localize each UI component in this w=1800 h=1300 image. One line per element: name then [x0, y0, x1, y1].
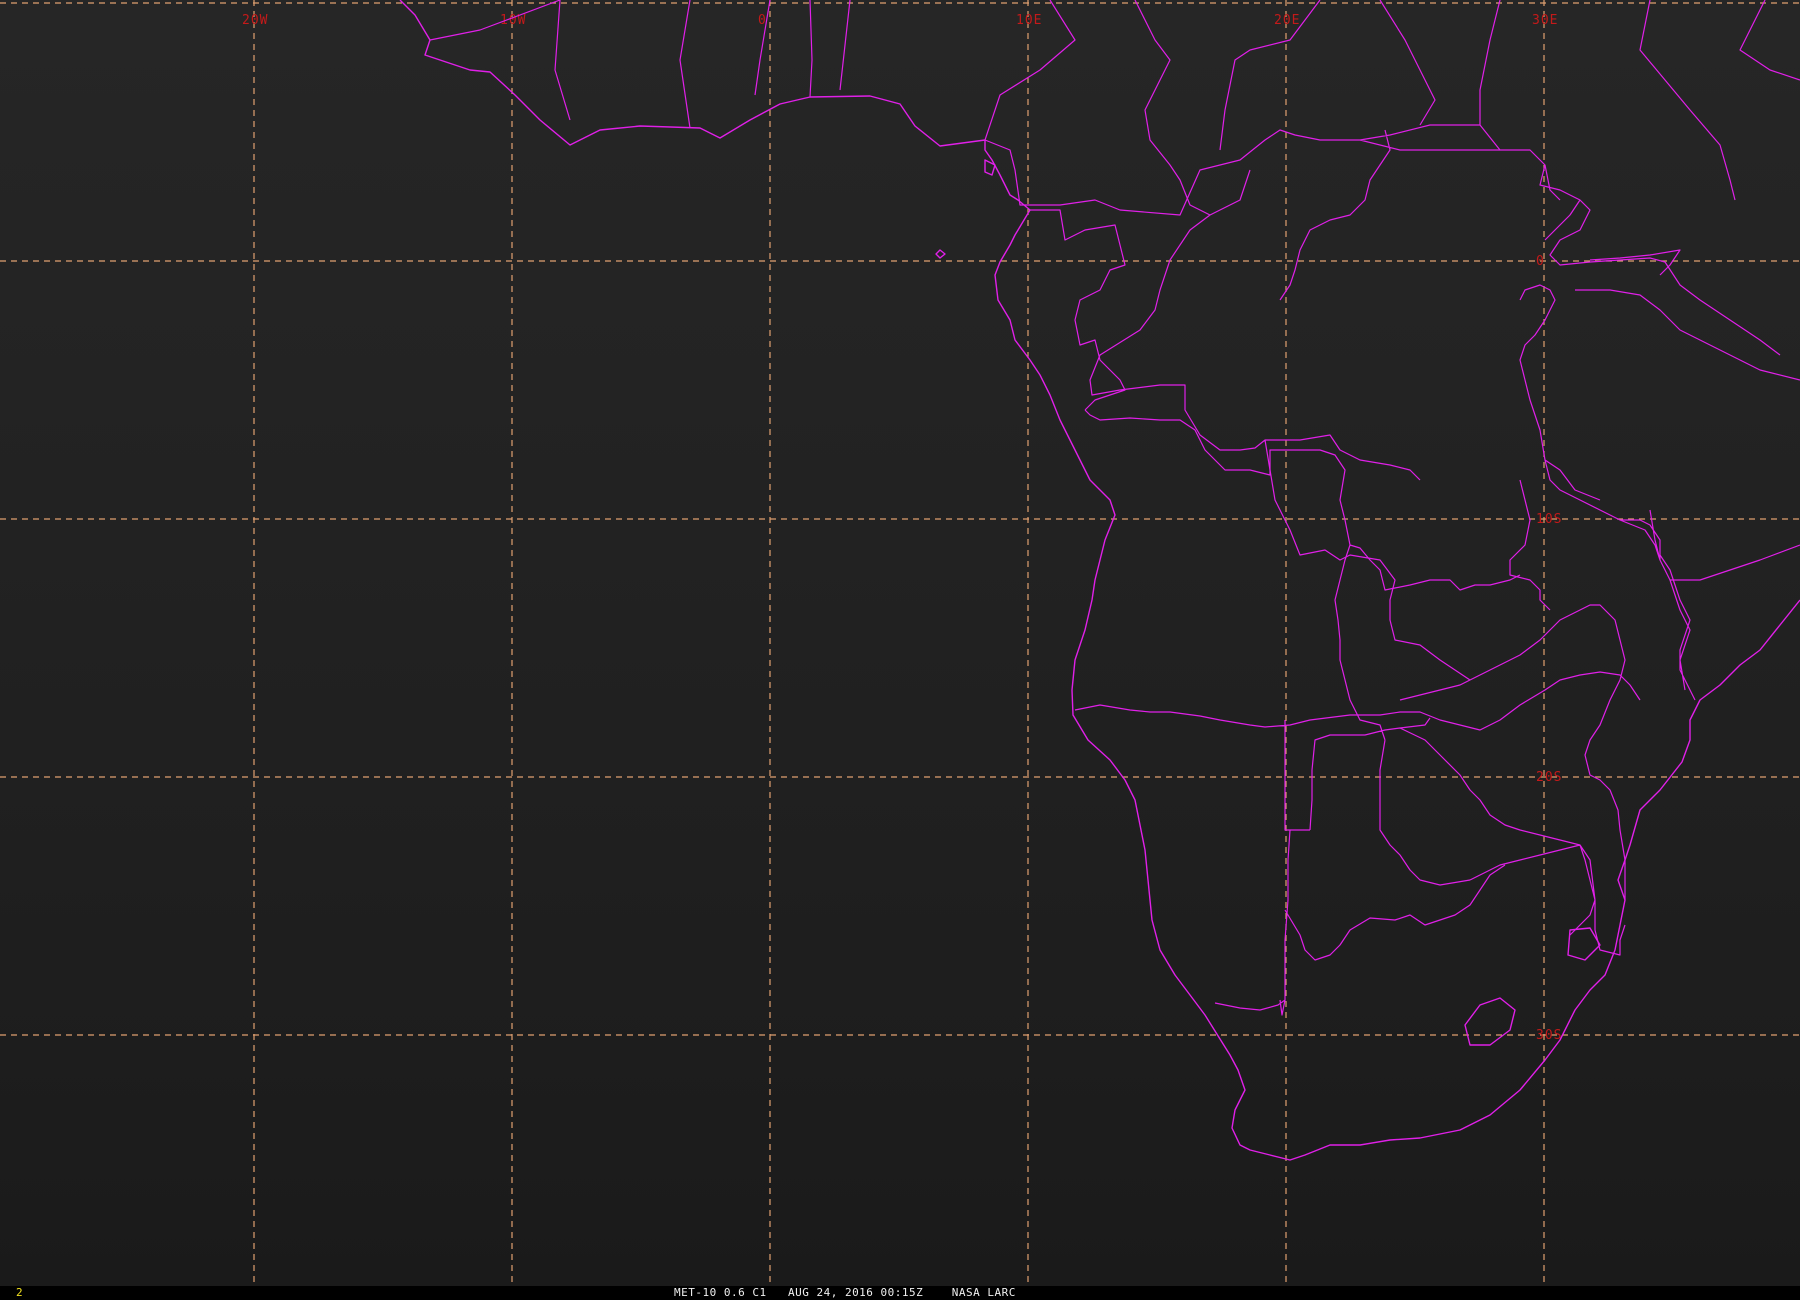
- image-caption: MET-10 0.6 C1 AUG 24, 2016 00:15Z NASA L…: [674, 1286, 1016, 1299]
- meridian-label: 30E: [1532, 13, 1558, 28]
- coastline-west-africa: [399, 0, 1800, 1161]
- border-east-africa: [1509, 164, 1800, 701]
- status-bar: 2 MET-10 0.6 C1 AUG 24, 2016 00:15Z NASA…: [0, 1286, 1800, 1300]
- island-sao-tome: [935, 249, 946, 259]
- parallel-label: 20S: [1536, 770, 1562, 785]
- meridian-label: 10E: [1016, 13, 1042, 28]
- frame-number: 2: [16, 1286, 23, 1299]
- parallel-label: 30S: [1536, 1028, 1562, 1043]
- graticule: 20W 10W 0 10E 20E 30E010S20S30S: [0, 0, 1800, 1286]
- meridian-label: 20W: [242, 13, 268, 28]
- border-central-africa: [984, 124, 1500, 681]
- border-southern-africa: [1074, 409, 1641, 1016]
- border-lesotho: [1464, 997, 1516, 1046]
- meridian-label: 20E: [1274, 13, 1300, 28]
- map-canvas: 20W 10W 0 10E 20E 30E010S20S30S: [0, 0, 1800, 1286]
- satellite-image-viewport: 20W 10W 0 10E 20E 30E 0 10S 20S 30S 2 MET-10 0.6: [0, 0, 1800, 1300]
- parallel-label: 0: [1536, 254, 1545, 269]
- parallel-label: 10S: [1536, 512, 1562, 527]
- country-borders: [429, 0, 1800, 1016]
- border-sahel: [429, 0, 1800, 216]
- coastline-overlay: [399, 0, 1800, 1161]
